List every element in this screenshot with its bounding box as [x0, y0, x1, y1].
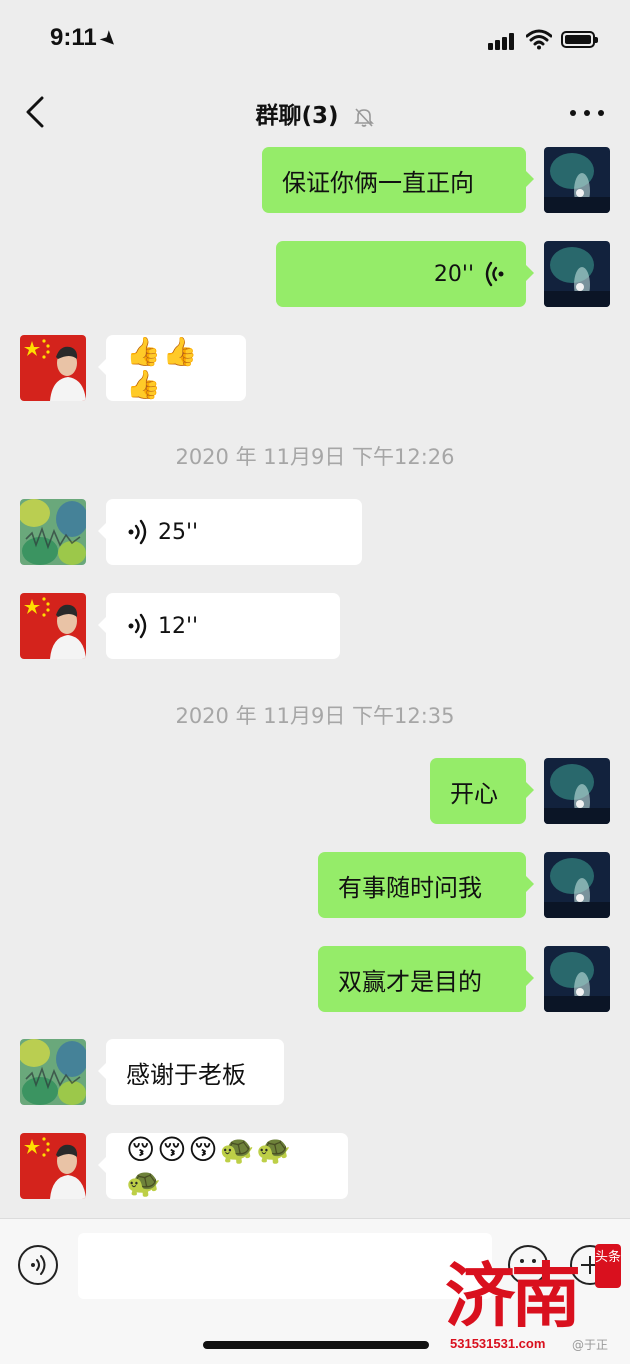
timestamp: 2020 年 11月9日 下午12:35 [175, 704, 455, 728]
location-arrow-icon: ➤ [96, 26, 122, 52]
status-bar: 9:11➤ [0, 0, 630, 80]
watermark-logo-text: 济南 [445, 1254, 581, 1337]
status-time: 9:11➤ [50, 24, 122, 52]
watermark-url: 531531531.com [450, 1336, 546, 1351]
chat-header: 群聊(3) [0, 80, 630, 144]
my-avatar[interactable] [544, 852, 610, 918]
message-bubble-text[interactable]: 有事随时问我 [318, 852, 534, 918]
avatar-image [544, 946, 610, 1012]
emoji-message-bubble[interactable]: 👍👍👍 [98, 335, 246, 401]
message-bubble-text[interactable]: 双赢才是目的 [318, 946, 534, 1012]
avatar-image [544, 758, 610, 824]
voice-duration: 20'' [433, 261, 474, 287]
avatar-image [20, 499, 86, 565]
message-text: 保证你俩一直正向 [282, 168, 474, 197]
battery-icon [561, 31, 598, 48]
message-text: 感谢于老板 [126, 1060, 246, 1089]
avatar-image [20, 593, 86, 659]
timestamp: 2020 年 11月9日 下午12:26 [175, 445, 455, 469]
avatar-image [544, 852, 610, 918]
voice-input-button[interactable] [18, 1245, 58, 1285]
contact-avatar-flag[interactable] [20, 593, 86, 659]
voice-message-bubble[interactable]: 20'' [276, 241, 534, 307]
avatar-image [544, 147, 610, 213]
voice-mode-icon [31, 1255, 46, 1275]
message-input[interactable] [78, 1233, 492, 1299]
wifi-icon [526, 29, 552, 50]
contact-avatar-flag[interactable] [20, 1133, 86, 1199]
my-avatar[interactable] [544, 241, 610, 307]
voice-message-bubble[interactable]: 12'' [98, 593, 340, 659]
muted-bell-icon [353, 107, 374, 127]
contact-avatar-flag[interactable] [20, 335, 86, 401]
emoji-message-bubble[interactable]: 😚😚😚🐢🐢🐢 [98, 1133, 348, 1199]
my-avatar[interactable] [544, 758, 610, 824]
voice-wave-icon [485, 261, 504, 287]
my-avatar[interactable] [544, 946, 610, 1012]
voice-wave-icon [128, 613, 147, 639]
message-bubble-text[interactable]: 感谢于老板 [98, 1039, 284, 1105]
watermark-credit: @于正 [572, 1338, 609, 1352]
emoji-content: 👍👍👍 [126, 335, 200, 401]
message-bubble-text[interactable]: 开心 [430, 758, 534, 824]
voice-duration: 25'' [158, 519, 199, 545]
message-text: 开心 [450, 779, 498, 808]
voice-message-bubble[interactable]: 25'' [98, 499, 362, 565]
avatar-image [544, 241, 610, 307]
avatar-image [20, 335, 86, 401]
avatar-image [20, 1039, 86, 1105]
chat-title: 群聊(3) [255, 103, 339, 129]
chat-title-group: 群聊(3) [0, 96, 630, 130]
contact-avatar-colorful[interactable] [20, 1039, 86, 1105]
emoji-content: 😚😚😚🐢🐢🐢 [126, 1133, 294, 1199]
my-avatar[interactable] [544, 147, 610, 213]
home-indicator [203, 1341, 429, 1349]
message-text: 双赢才是目的 [338, 967, 482, 996]
avatar-image [20, 1133, 86, 1199]
voice-wave-icon [128, 519, 147, 545]
voice-duration: 12'' [158, 613, 199, 639]
contact-avatar-colorful[interactable] [20, 499, 86, 565]
message-bubble-text[interactable]: 保证你俩一直正向 [262, 147, 534, 213]
watermark-seal: 头条 [595, 1244, 621, 1288]
cellular-signal-icon [488, 32, 518, 50]
message-text: 有事随时问我 [338, 873, 482, 902]
more-options-button[interactable] [570, 102, 606, 122]
message-list[interactable]: 保证你俩一直正向 20'' 👍👍👍 2020 年 11月9日 下午12:26 2… [0, 144, 630, 1218]
